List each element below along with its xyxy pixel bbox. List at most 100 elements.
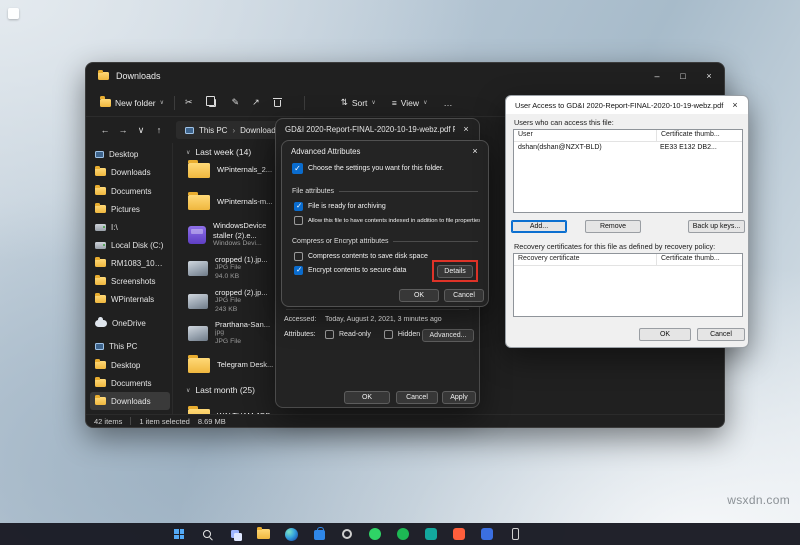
folder-icon <box>95 165 106 176</box>
taskbar-task-view-button[interactable] <box>226 525 244 543</box>
archive-checkbox-row[interactable]: File is ready for archiving <box>294 202 480 211</box>
ok-button[interactable]: OK <box>399 289 439 302</box>
taskbar-edge-button[interactable] <box>282 525 300 543</box>
taskbar-app-button[interactable] <box>394 525 412 543</box>
sort-icon: ⇅ <box>340 97 348 107</box>
encrypt-checkbox-row[interactable]: Encrypt contents to secure data <box>294 266 426 275</box>
view-icon: ≡ <box>391 97 397 108</box>
recent-locations-button[interactable]: ∨ <box>132 125 150 136</box>
sidebar-item-this-pc[interactable]: This PC <box>90 337 170 355</box>
explorer-titlebar[interactable]: Downloads – □ × <box>86 63 724 89</box>
taskbar-app-button[interactable] <box>450 525 468 543</box>
advanced-dialog-titlebar[interactable]: Advanced Attributes <box>282 141 464 161</box>
edge-icon <box>284 527 298 541</box>
add-button[interactable]: Add... <box>511 220 567 233</box>
column-header-certificate: Certificate thumb... <box>656 130 742 141</box>
encrypt-checkbox[interactable] <box>294 266 303 275</box>
sidebar-item-pictures[interactable]: Pictures <box>90 200 170 218</box>
index-checkbox-row[interactable]: Allow this file to have contents indexed… <box>294 216 480 225</box>
group-header-last-month[interactable]: ∨ Last month (25) <box>186 385 255 395</box>
minimize-button[interactable]: – <box>644 63 670 89</box>
pc-icon <box>95 342 104 350</box>
column-header-certificate: Certificate thumb... <box>656 254 742 265</box>
remove-button[interactable]: Remove <box>585 220 641 233</box>
breadcrumb-this-pc[interactable]: This PC <box>199 126 227 135</box>
window-title: Downloads <box>116 71 161 81</box>
apply-button[interactable]: Apply <box>442 391 476 404</box>
selection-info: 1 item selected <box>139 416 190 426</box>
dialog-title: GD&I 2020-Report-FINAL-2020-10-19-webz.p… <box>285 124 455 134</box>
sidebar-item-rm1083[interactable]: RM1083_1078.0... <box>90 254 170 272</box>
taskbar-store-button[interactable] <box>310 525 328 543</box>
share-button[interactable]: ↗ <box>252 97 260 108</box>
folder-icon <box>188 160 210 178</box>
index-checkbox[interactable] <box>294 216 303 225</box>
maximize-button[interactable]: □ <box>670 63 696 89</box>
search-icon <box>203 530 211 538</box>
taskbar-search-button[interactable] <box>198 525 216 543</box>
advanced-attributes-dialog: Advanced Attributes × ✓ Choose the setti… <box>281 140 489 307</box>
section-file-attributes: File attributes <box>292 188 478 195</box>
sidebar-item-this-pc-documents[interactable]: Documents <box>90 374 170 392</box>
watermark: wsxdn.com <box>727 493 790 507</box>
sort-button[interactable]: ⇅ Sort ∨ <box>341 97 376 108</box>
user-access-dialog-titlebar[interactable]: User Access to GD&I 2020-Report-FINAL-20… <box>506 96 748 114</box>
hidden-checkbox[interactable] <box>383 330 393 339</box>
users-label: Users who can access this file: <box>514 118 614 127</box>
folder-icon <box>95 184 106 195</box>
archive-checkbox[interactable] <box>294 202 303 211</box>
taskbar-app-button[interactable] <box>366 525 384 543</box>
table-row[interactable]: dshan(dshan@NZXT-BLD) EE33 E132 DB2... <box>514 143 742 155</box>
folder-icon <box>95 256 106 267</box>
delete-button[interactable] <box>272 97 282 107</box>
ok-button[interactable]: OK <box>639 328 691 341</box>
compress-checkbox[interactable] <box>294 252 303 261</box>
view-button[interactable]: ≡ View ∨ <box>392 98 428 108</box>
close-icon[interactable]: × <box>726 97 744 112</box>
back-button[interactable]: ← <box>96 125 114 135</box>
cut-button[interactable]: ✂ <box>185 97 193 108</box>
recovery-table[interactable]: Recovery certificate Certificate thumb..… <box>513 253 743 317</box>
users-table[interactable]: User Certificate thumb... dshan(dshan@NZ… <box>513 129 743 213</box>
cancel-button[interactable]: Cancel <box>697 328 745 341</box>
sidebar-item-desktop[interactable]: Desktop <box>90 145 170 163</box>
forward-button[interactable]: → <box>114 125 132 135</box>
desktop-shortcut-icon[interactable] <box>8 8 19 19</box>
sidebar-item-screenshots[interactable]: Screenshots <box>90 272 170 290</box>
taskbar-app-button[interactable] <box>478 525 496 543</box>
sidebar-item-documents[interactable]: Documents <box>90 182 170 200</box>
new-folder-button[interactable]: New folder ∨ <box>100 96 164 108</box>
backup-keys-button[interactable]: Back up keys... <box>688 220 745 233</box>
taskbar-settings-button[interactable] <box>338 525 356 543</box>
readonly-checkbox[interactable] <box>325 330 334 339</box>
advanced-button[interactable]: Advanced... <box>422 329 474 342</box>
more-options-button[interactable]: … <box>443 98 452 108</box>
sidebar-item-this-pc-desktop[interactable]: Desktop <box>90 356 170 374</box>
taskbar-file-explorer-button[interactable] <box>254 525 272 543</box>
sidebar-item-this-pc-downloads[interactable]: Downloads <box>90 392 170 410</box>
sidebar-item-downloads[interactable]: Downloads <box>90 163 170 181</box>
breadcrumb-downloads[interactable]: Downloads <box>240 126 280 135</box>
taskbar-app-button[interactable] <box>422 525 440 543</box>
sidebar-item-local-disk-c[interactable]: Local Disk (C:) <box>90 236 170 254</box>
copy-button[interactable] <box>206 96 216 107</box>
sidebar-item-drive-i[interactable]: I:\ <box>90 218 170 236</box>
taskbar-start-button[interactable] <box>170 525 188 543</box>
ok-button[interactable]: OK <box>344 391 390 404</box>
rename-button[interactable]: ✎ <box>232 97 240 108</box>
dialog-title: Advanced Attributes <box>291 146 361 156</box>
close-icon[interactable]: × <box>466 143 484 158</box>
sidebar-item-wpinternals[interactable]: WPinternals <box>90 290 170 308</box>
sidebar-item-onedrive[interactable]: OneDrive <box>90 314 170 332</box>
properties-dialog-titlebar[interactable]: GD&I 2020-Report-FINAL-2020-10-19-webz.p… <box>276 119 455 139</box>
cancel-button[interactable]: Cancel <box>396 391 438 404</box>
close-button[interactable]: × <box>696 63 722 89</box>
settings-check-icon: ✓ <box>292 163 303 174</box>
close-icon[interactable]: × <box>457 121 475 136</box>
app-icon <box>481 528 493 540</box>
taskbar-phone-link-button[interactable] <box>506 525 524 543</box>
cancel-button[interactable]: Cancel <box>444 289 484 302</box>
folder-icon <box>188 355 210 373</box>
up-button[interactable]: ↑ <box>150 125 168 135</box>
folder-icon <box>95 274 106 285</box>
